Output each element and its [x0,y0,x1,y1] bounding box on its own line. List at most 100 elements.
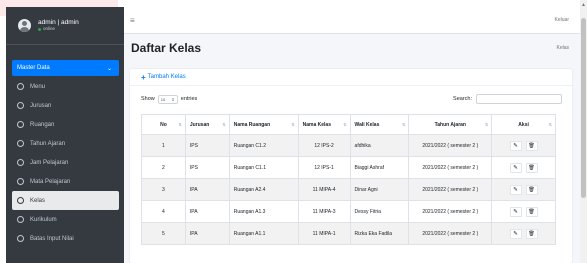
table-header-row: No ⇅ Jurusan ⇅ Nama Ruangan ⇅ Nama Kelas ⇅ W… [141,114,556,135]
sort-icon: ⇅ [548,122,552,127]
column-header-nama-kelas[interactable]: Nama Kelas ⇅ [297,114,351,135]
sort-icon: ⇅ [402,122,406,127]
sidebar: admin | admin online Master Data ⌄ Menu J… [6,7,124,263]
kelas-card: + Tambah Kelas Show 10 ⇕ entries Search: [130,69,572,263]
circle-icon [17,197,24,204]
cell-nama-kelas: 11 MIPA-4 [297,178,351,201]
sort-icon: ⇅ [222,122,226,127]
column-header-tahun-ajaran[interactable]: Tahun Ajaran ⇅ [408,114,493,135]
page-scrollbar[interactable]: ▲ [580,0,587,263]
cell-jurusan: IPA [184,178,230,201]
sidebar-nav: Master Data ⌄ Menu Jurusan Ruangan Tahun Aj… [6,45,124,248]
cell-wali-kelas: afdhika [349,134,410,157]
trash-icon[interactable]: 🗑 [525,228,538,239]
sidebar-item-menu[interactable]: Menu [12,77,119,96]
sidebar-item-kelas[interactable]: Kelas [12,191,119,210]
add-kelas-label: Tambah Kelas [147,74,186,80]
add-kelas-button[interactable]: + Tambah Kelas [141,73,186,82]
cell-tahun-ajaran: 2021/2022 ( semester 2 ) [408,134,493,157]
circle-icon [17,235,24,242]
cell-aksi: ✎ 🗑 [491,200,556,223]
sidebar-item-kurikulum[interactable]: Kurikulum [12,210,119,229]
table-row: 5 IPA Ruangan A1.1 11 MIPA-1 Rizka Eka Fadil… [141,222,556,245]
cell-tahun-ajaran: 2021/2022 ( semester 2 ) [408,222,493,245]
scrollbar-thumb[interactable] [581,18,586,198]
cell-wali-kelas: Dessy Fitria [349,200,410,223]
sort-icon: ⇅ [178,122,182,127]
breadcrumb: Kelas [556,45,569,51]
card-header: + Tambah Kelas [130,69,572,86]
edit-icon[interactable]: ✎ [509,228,522,239]
trash-icon[interactable]: 🗑 [525,184,538,195]
trash-icon[interactable]: 🗑 [525,162,538,173]
hamburger-icon[interactable]: ≡ [130,16,135,25]
sort-icon: ⇅ [343,122,347,127]
sidebar-item-tahun-ajaran[interactable]: Tahun Ajaran [12,134,119,153]
user-status: online [38,26,79,32]
cell-wali-kelas: Rizka Eka Fadila [349,222,410,245]
table-row: 1 IPS Ruangan C1.2 12 IPS-2 afdhika 2021/2022… [141,134,556,157]
edit-icon[interactable]: ✎ [509,184,522,195]
cell-no: 5 [141,222,186,245]
sidebar-item-label: Ruangan [30,121,55,128]
sidebar-item-label: Mata Pelajaran [30,178,71,185]
sidebar-item-batas-input-nilai[interactable]: Batas Input Nilai [12,229,119,248]
trash-icon[interactable]: 🗑 [525,206,538,217]
column-header-wali-kelas[interactable]: Wali Kelas ⇅ [349,114,410,135]
entries-label: entries [180,96,198,102]
select-arrows-icon: ⇕ [171,96,175,102]
table-row: 2 IPS Ruangan C1.1 12 IPS-1 Biaggi Ashraf 202… [141,156,556,179]
page-title: Daftar Kelas [131,41,202,55]
trash-icon[interactable]: 🗑 [525,140,538,151]
cell-no: 1 [141,134,186,157]
user-avatar-icon [18,19,31,32]
cell-nama-ruangan: Ruangan A2.4 [228,178,299,201]
entries-length-select[interactable]: 10 ⇕ [157,94,178,104]
kelas-table: No ⇅ Jurusan ⇅ Nama Ruangan ⇅ Nama Kelas ⇅ W… [141,114,556,245]
sidebar-item-ruangan[interactable]: Ruangan [12,115,119,134]
cell-jurusan: IPA [184,200,230,223]
edit-icon[interactable]: ✎ [509,140,522,151]
cell-no: 2 [141,156,186,179]
sidebar-item-mata-pelajaran[interactable]: Mata Pelajaran [12,172,119,191]
sidebar-item-label: Kelas [30,197,46,204]
user-panel[interactable]: admin | admin online [6,7,124,45]
search-control: Search: [453,94,562,104]
circle-icon [17,140,24,147]
logout-link[interactable]: Keluar [555,17,569,23]
cell-aksi: ✎ 🗑 [491,178,556,201]
search-input[interactable] [476,94,562,104]
cell-jurusan: IPS [184,156,230,179]
cell-jurusan: IPS [184,134,230,157]
sidebar-group-master-data[interactable]: Master Data ⌄ [12,60,119,76]
edit-icon[interactable]: ✎ [509,206,522,217]
column-header-jurusan[interactable]: Jurusan ⇅ [184,114,230,135]
sidebar-item-jam-pelajaran[interactable]: Jam Pelajaran [12,153,119,172]
cell-nama-ruangan: Ruangan C1.1 [228,156,299,179]
cell-tahun-ajaran: 2021/2022 ( semester 2 ) [408,156,493,179]
main-content: ≡ Keluar Daftar Kelas Kelas + Tambah Kel… [124,7,580,263]
cell-nama-kelas: 11 MIPA-1 [297,222,351,245]
cell-nama-ruangan: Ruangan A1.3 [228,200,299,223]
circle-icon [17,102,24,109]
length-value: 10 [160,96,166,102]
sort-icon: ⇅ [484,122,489,127]
sidebar-item-label: Tahun Ajaran [30,140,66,147]
cell-no: 3 [141,178,186,201]
cell-wali-kelas: Biaggi Ashraf [349,156,410,179]
search-label: Search: [453,96,472,102]
show-label: Show [141,96,155,102]
plus-icon: + [141,72,146,82]
sidebar-item-jurusan[interactable]: Jurusan [12,96,119,115]
circle-icon [17,216,24,223]
scroll-up-icon[interactable]: ▲ [581,2,586,8]
circle-icon [17,159,24,166]
table-row: 4 IPA Ruangan A1.3 11 MIPA-3 Dessy Fitria 202… [141,200,556,223]
column-header-no[interactable]: No ⇅ [141,114,186,135]
edit-icon[interactable]: ✎ [509,162,522,173]
column-header-nama-ruangan[interactable]: Nama Ruangan ⇅ [228,114,299,135]
cell-tahun-ajaran: 2021/2022 ( semester 2 ) [408,178,493,201]
column-header-aksi[interactable]: Aksi ⇅ [491,114,556,135]
cell-aksi: ✎ 🗑 [491,222,556,245]
cell-nama-kelas: 11 MIPA-3 [297,200,351,223]
